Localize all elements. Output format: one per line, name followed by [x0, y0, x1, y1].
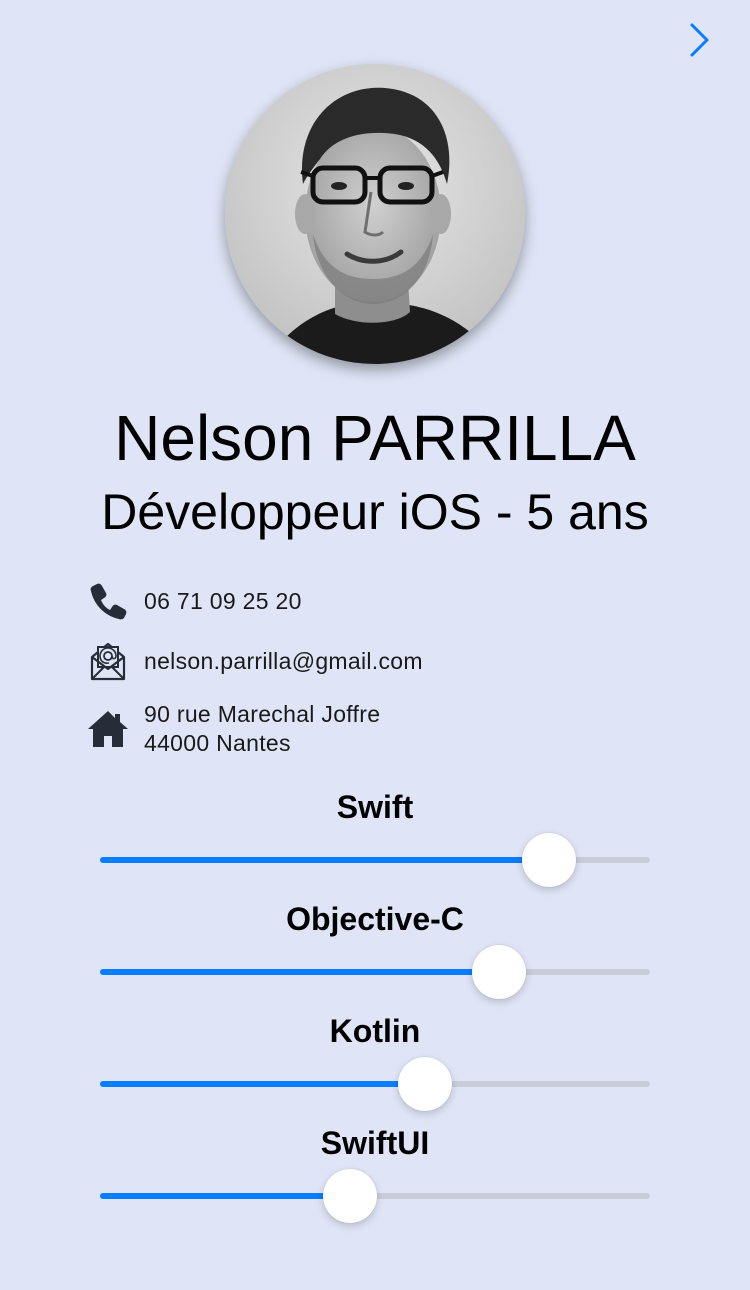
- contact-email-row[interactable]: nelson.parrilla@gmail.com: [86, 639, 423, 683]
- profile-photo: [225, 64, 525, 364]
- slider-fill: [100, 857, 549, 863]
- phone-icon: [86, 579, 130, 623]
- skill-slider-objective-c[interactable]: [100, 944, 650, 1000]
- skill-label-objective-c: Objective-C: [286, 901, 464, 937]
- slider-thumb[interactable]: [323, 1169, 377, 1223]
- skill-label-kotlin: Kotlin: [329, 1013, 421, 1049]
- slider-fill: [100, 1193, 350, 1199]
- slider-fill: [100, 1081, 425, 1087]
- address-line-1: 90 rue Marechal Joffre: [144, 701, 381, 727]
- skill-label-swiftui: SwiftUI: [320, 1125, 430, 1161]
- contact-phone-row[interactable]: 06 71 09 25 20: [86, 579, 302, 623]
- address-line-2: 44000 Nantes: [144, 730, 291, 756]
- email-icon: [86, 639, 130, 683]
- avatar: [225, 64, 525, 364]
- phone-number: 06 71 09 25 20: [144, 587, 302, 614]
- chevron-right-icon: [690, 23, 709, 57]
- skill-slider-swift[interactable]: [100, 832, 650, 888]
- profile-name: Nelson PARRILLA: [114, 402, 636, 474]
- address: 90 rue Marechal Joffre 44000 Nantes: [144, 700, 380, 758]
- skill-slider-kotlin[interactable]: [100, 1056, 650, 1112]
- email-address: nelson.parrilla@gmail.com: [144, 647, 423, 674]
- slider-thumb[interactable]: [522, 833, 576, 887]
- skill-slider-swiftui[interactable]: [100, 1168, 650, 1224]
- skill-label-swift: Swift: [336, 789, 414, 825]
- slider-thumb[interactable]: [472, 945, 526, 999]
- slider-thumb[interactable]: [398, 1057, 452, 1111]
- slider-fill: [100, 969, 499, 975]
- next-button[interactable]: [680, 18, 720, 62]
- home-icon: [86, 707, 130, 751]
- contact-address-row[interactable]: 90 rue Marechal Joffre 44000 Nantes: [86, 700, 380, 758]
- profile-title: Développeur iOS - 5 ans: [101, 484, 649, 540]
